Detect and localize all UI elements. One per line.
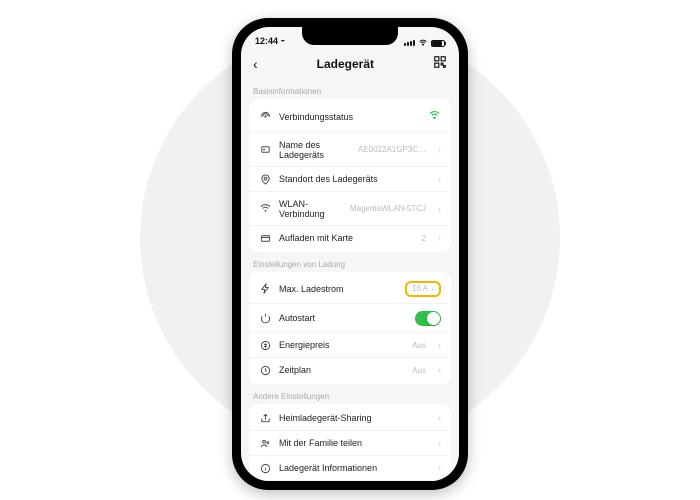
- row-home-sharing[interactable]: Heimladegerät-Sharing ›: [249, 406, 451, 431]
- phone-frame: 12:44 ⁃ ‹ Ladegerät Basisinformationen V…: [232, 18, 468, 490]
- chevron-right-icon: ›: [438, 233, 441, 243]
- phone-screen: 12:44 ⁃ ‹ Ladegerät Basisinformationen V…: [241, 27, 459, 481]
- row-energy-price[interactable]: Energiepreis Aus ›: [249, 333, 451, 358]
- row-max-current[interactable]: Max. Ladestrom 16 A ›: [249, 274, 451, 304]
- highlighted-value: 16 A ›: [405, 281, 441, 297]
- autostart-icon: [259, 313, 271, 324]
- location-icon: [259, 174, 271, 185]
- card-basic: Verbindungsstatus Name des Ladegeräts AE…: [249, 99, 451, 252]
- row-label: Ladegerät Informationen: [279, 463, 426, 473]
- page-title: Ladegerät: [317, 57, 374, 71]
- chevron-right-icon: ›: [438, 340, 441, 350]
- row-value: Aus: [412, 366, 426, 375]
- row-label: Heimladegerät-Sharing: [279, 413, 426, 423]
- row-label: Aufladen mit Karte: [279, 233, 414, 243]
- notch: [302, 27, 398, 45]
- row-value: MagentaWLAN-5TCJ: [350, 204, 426, 213]
- row-label: Autostart: [279, 313, 407, 323]
- row-label: Verbindungsstatus: [279, 112, 420, 122]
- row-family-share[interactable]: Mit der Familie teilen ›: [249, 431, 451, 456]
- wifi-icon: [259, 203, 271, 214]
- autostart-toggle[interactable]: [415, 311, 441, 326]
- status-right: [404, 39, 445, 47]
- row-label: Energiepreis: [279, 340, 404, 350]
- row-schedule[interactable]: Zeitplan Aus ›: [249, 358, 451, 382]
- row-value: 2: [422, 234, 426, 243]
- chevron-right-icon: ›: [438, 438, 441, 448]
- card-icon: [259, 233, 271, 244]
- back-button[interactable]: ‹: [253, 56, 258, 72]
- chevron-right-icon: ›: [431, 284, 434, 294]
- qr-icon[interactable]: [433, 55, 447, 74]
- row-value: 16 A: [412, 284, 428, 293]
- section-label-basic: Basisinformationen: [241, 79, 459, 99]
- price-icon: [259, 340, 271, 351]
- broadcast-icon: [259, 111, 271, 122]
- row-label: Mit der Familie teilen: [279, 438, 426, 448]
- chevron-right-icon: ›: [438, 413, 441, 423]
- section-label-charge: Einstellungen von Ladung: [241, 252, 459, 272]
- section-label-other: Andere Einstellungen: [241, 384, 459, 404]
- chevron-right-icon: ›: [438, 204, 441, 214]
- battery-icon: [431, 40, 445, 47]
- row-wlan[interactable]: WLAN-Verbindung MagentaWLAN-5TCJ ›: [249, 192, 451, 226]
- signal-icon: [404, 40, 415, 46]
- row-label: Zeitplan: [279, 365, 404, 375]
- row-charger-name[interactable]: Name des Ladegeräts AE0022A1GP3C… ›: [249, 133, 451, 167]
- row-charger-info[interactable]: Ladegerät Informationen ›: [249, 456, 451, 481]
- row-label: Max. Ladestrom: [279, 284, 397, 294]
- chevron-right-icon: ›: [438, 174, 441, 184]
- card-other: Heimladegerät-Sharing › Mit der Familie …: [249, 404, 451, 481]
- row-value: Aus: [412, 341, 426, 350]
- row-autostart[interactable]: Autostart: [249, 304, 451, 333]
- row-connection-status[interactable]: Verbindungsstatus: [249, 101, 451, 133]
- info-icon: [259, 463, 271, 474]
- clock-icon: [259, 365, 271, 376]
- wifi-icon: [418, 39, 428, 47]
- row-label: Standort des Ladegeräts: [279, 174, 426, 184]
- chevron-right-icon: ›: [438, 365, 441, 375]
- tag-icon: [259, 144, 271, 155]
- row-charger-location[interactable]: Standort des Ladegeräts ›: [249, 167, 451, 192]
- status-time: 12:44 ⁃: [255, 36, 285, 47]
- card-charge: Max. Ladestrom 16 A › Autostart Energiep…: [249, 272, 451, 384]
- share-icon: [259, 413, 271, 424]
- chevron-right-icon: ›: [438, 145, 441, 155]
- page-header: ‹ Ladegerät: [241, 49, 459, 79]
- row-card-charge[interactable]: Aufladen mit Karte 2 ›: [249, 226, 451, 250]
- row-label: Name des Ladegeräts: [279, 140, 350, 160]
- family-icon: [259, 438, 271, 449]
- current-icon: [259, 283, 271, 294]
- row-value: AE0022A1GP3C…: [358, 145, 426, 154]
- settings-content: Basisinformationen Verbindungsstatus Nam…: [241, 79, 459, 481]
- chevron-right-icon: ›: [438, 463, 441, 473]
- wifi-connected-icon: [428, 108, 441, 126]
- row-label: WLAN-Verbindung: [279, 199, 342, 219]
